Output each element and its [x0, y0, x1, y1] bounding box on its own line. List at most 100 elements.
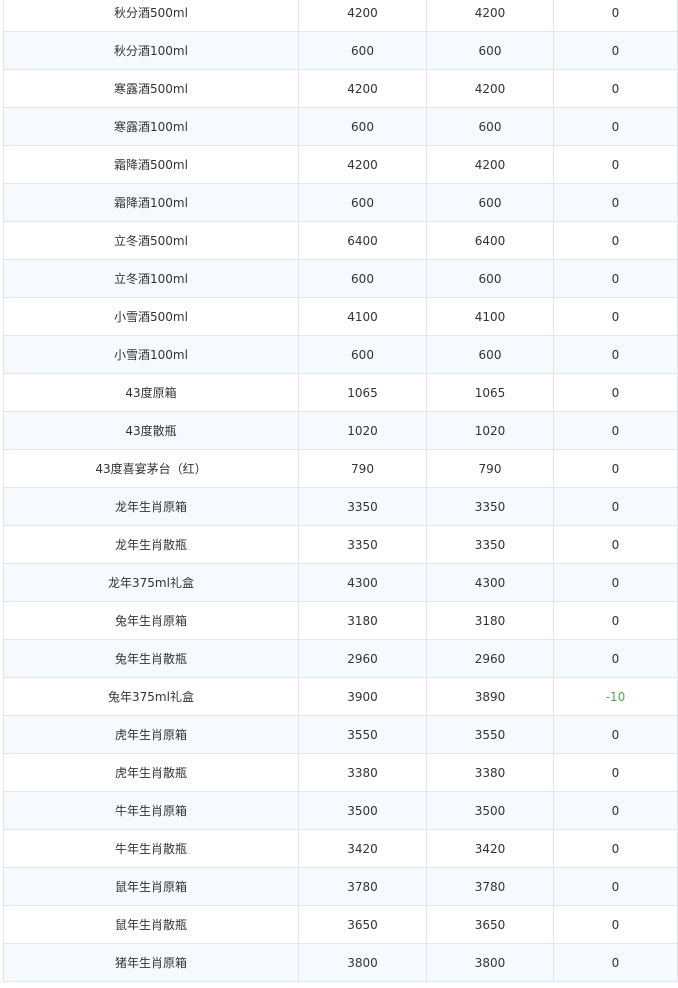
product-name-cell: 43度散瓶 — [4, 412, 299, 449]
product-name-cell: 牛年生肖原箱 — [4, 792, 299, 829]
product-name-cell: 43度喜宴茅台（红） — [4, 450, 299, 487]
price-cell-2: 2960 — [427, 640, 554, 677]
change-cell: 0 — [611, 347, 620, 362]
price-cell-2: 600 — [427, 32, 554, 69]
change-cell: 0 — [611, 233, 620, 248]
change-cell: 0 — [611, 119, 620, 134]
change-cell: 0 — [611, 157, 620, 172]
table-row: 寒露酒100ml 600 600 0 — [4, 108, 677, 146]
price-cell-2: 3420 — [427, 830, 554, 867]
price-cell-1: 2960 — [299, 640, 427, 677]
change-cell: 0 — [611, 727, 620, 742]
price-cell-1: 3900 — [299, 678, 427, 715]
product-name-cell: 秋分酒500ml — [4, 0, 299, 31]
table-row: 小雪酒500ml 4100 4100 0 — [4, 298, 677, 336]
price-table: 秋分酒500ml 4200 4200 0 秋分酒100ml 600 600 0 寒露酒500ml… — [3, 0, 678, 982]
price-cell-1: 3420 — [299, 830, 427, 867]
price-cell-2: 4200 — [427, 146, 554, 183]
product-name-cell: 牛年生肖散瓶 — [4, 830, 299, 867]
price-cell-1: 3550 — [299, 716, 427, 753]
change-cell: -10 — [605, 689, 626, 704]
table-row: 秋分酒100ml 600 600 0 — [4, 32, 677, 70]
price-cell-2: 3350 — [427, 488, 554, 525]
change-cell: 0 — [611, 575, 620, 590]
price-cell-1: 3650 — [299, 906, 427, 943]
change-cell: 0 — [611, 879, 620, 894]
change-cell: 0 — [611, 309, 620, 324]
table-row: 兔年生肖散瓶 2960 2960 0 — [4, 640, 677, 678]
product-name-cell: 小雪酒500ml — [4, 298, 299, 335]
product-name-cell: 立冬酒500ml — [4, 222, 299, 259]
price-cell-1: 3180 — [299, 602, 427, 639]
change-cell: 0 — [611, 461, 620, 476]
price-cell-1: 3380 — [299, 754, 427, 791]
table-row: 霜降酒500ml 4200 4200 0 — [4, 146, 677, 184]
product-name-cell: 猪年生肖原箱 — [4, 944, 299, 981]
price-cell-1: 600 — [299, 336, 427, 373]
change-cell: 0 — [611, 765, 620, 780]
price-cell-1: 3800 — [299, 944, 427, 981]
product-name-cell: 霜降酒500ml — [4, 146, 299, 183]
price-cell-1: 600 — [299, 32, 427, 69]
table-row: 牛年生肖原箱 3500 3500 0 — [4, 792, 677, 830]
price-cell-1: 4100 — [299, 298, 427, 335]
price-cell-2: 4100 — [427, 298, 554, 335]
price-cell-2: 3650 — [427, 906, 554, 943]
price-cell-2: 600 — [427, 108, 554, 145]
table-row: 霜降酒100ml 600 600 0 — [4, 184, 677, 222]
price-cell-2: 3380 — [427, 754, 554, 791]
product-name-cell: 龙年375ml礼盒 — [4, 564, 299, 601]
price-cell-1: 3500 — [299, 792, 427, 829]
product-name-cell: 龙年生肖原箱 — [4, 488, 299, 525]
product-name-cell: 立冬酒100ml — [4, 260, 299, 297]
price-cell-1: 4200 — [299, 0, 427, 31]
change-cell: 0 — [611, 499, 620, 514]
change-cell: 0 — [611, 955, 620, 970]
price-cell-2: 3180 — [427, 602, 554, 639]
price-cell-1: 600 — [299, 260, 427, 297]
product-name-cell: 43度原箱 — [4, 374, 299, 411]
table-row: 虎年生肖原箱 3550 3550 0 — [4, 716, 677, 754]
price-cell-1: 3780 — [299, 868, 427, 905]
table-row: 鼠年生肖原箱 3780 3780 0 — [4, 868, 677, 906]
table-row: 寒露酒500ml 4200 4200 0 — [4, 70, 677, 108]
price-cell-2: 790 — [427, 450, 554, 487]
price-cell-2: 1020 — [427, 412, 554, 449]
product-name-cell: 兔年生肖散瓶 — [4, 640, 299, 677]
price-cell-1: 4200 — [299, 70, 427, 107]
table-row: 立冬酒100ml 600 600 0 — [4, 260, 677, 298]
price-cell-2: 600 — [427, 336, 554, 373]
product-name-cell: 虎年生肖散瓶 — [4, 754, 299, 791]
change-cell: 0 — [611, 841, 620, 856]
price-cell-1: 600 — [299, 108, 427, 145]
change-cell: 0 — [611, 803, 620, 818]
table-row: 小雪酒100ml 600 600 0 — [4, 336, 677, 374]
product-name-cell: 霜降酒100ml — [4, 184, 299, 221]
price-cell-1: 600 — [299, 184, 427, 221]
price-cell-2: 3800 — [427, 944, 554, 981]
product-name-cell: 鼠年生肖散瓶 — [4, 906, 299, 943]
table-row: 龙年生肖原箱 3350 3350 0 — [4, 488, 677, 526]
table-row: 43度喜宴茅台（红） 790 790 0 — [4, 450, 677, 488]
price-cell-1: 3350 — [299, 526, 427, 563]
price-cell-2: 4300 — [427, 564, 554, 601]
price-cell-2: 4200 — [427, 70, 554, 107]
product-name-cell: 寒露酒100ml — [4, 108, 299, 145]
price-cell-1: 3350 — [299, 488, 427, 525]
table-row: 立冬酒500ml 6400 6400 0 — [4, 222, 677, 260]
change-cell: 0 — [611, 195, 620, 210]
price-cell-2: 1065 — [427, 374, 554, 411]
change-cell: 0 — [611, 537, 620, 552]
product-name-cell: 寒露酒500ml — [4, 70, 299, 107]
product-name-cell: 龙年生肖散瓶 — [4, 526, 299, 563]
price-cell-1: 4300 — [299, 564, 427, 601]
table-row: 虎年生肖散瓶 3380 3380 0 — [4, 754, 677, 792]
table-row: 43度原箱 1065 1065 0 — [4, 374, 677, 412]
price-cell-1: 6400 — [299, 222, 427, 259]
product-name-cell: 兔年375ml礼盒 — [4, 678, 299, 715]
product-name-cell: 秋分酒100ml — [4, 32, 299, 69]
price-cell-2: 6400 — [427, 222, 554, 259]
price-cell-2: 3500 — [427, 792, 554, 829]
change-cell: 0 — [611, 385, 620, 400]
product-name-cell: 虎年生肖原箱 — [4, 716, 299, 753]
